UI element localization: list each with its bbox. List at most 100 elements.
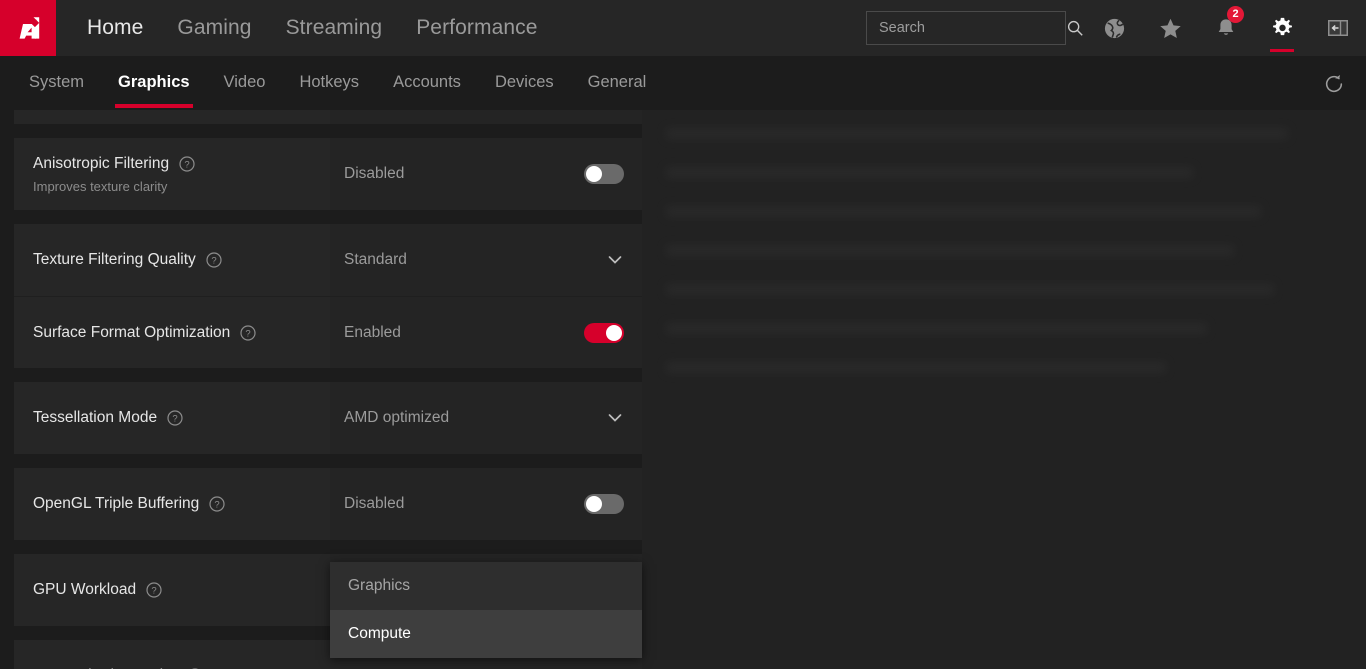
setting-value: Disabled (344, 495, 584, 513)
svg-text:?: ? (184, 159, 189, 170)
notifications-button[interactable]: 2 (1198, 0, 1254, 56)
collapse-panel-icon (1325, 17, 1351, 39)
setting-value: Disabled (344, 165, 584, 183)
svg-text:?: ? (151, 586, 156, 597)
setting-label: Tessellation Mode (33, 409, 157, 427)
settings-group: Tessellation Mode ? AMD optimized (14, 382, 642, 454)
setting-toggle[interactable] (584, 323, 624, 343)
setting-row-morphological-anti-aliasing[interactable]: Morphological Anti-Aliasing ? Disabled (14, 110, 642, 124)
radeon-software-window: Home Gaming Streaming Performance (0, 0, 1366, 669)
search-input[interactable] (879, 20, 1066, 36)
setting-label: OpenGL Triple Buffering (33, 495, 199, 513)
svg-text:?: ? (246, 328, 251, 339)
gear-icon (1270, 16, 1295, 41)
amd-logo[interactable] (0, 0, 56, 56)
collapse-panel-button[interactable] (1310, 0, 1366, 56)
setting-row-tessellation-mode[interactable]: Tessellation Mode ? AMD optimized (14, 382, 642, 454)
header-actions: 2 (866, 0, 1366, 56)
search-icon[interactable] (1066, 19, 1084, 37)
settings-group: Morphological Anti-Aliasing ? Disabled (14, 110, 642, 124)
setting-label: Surface Format Optimization (33, 324, 230, 342)
tab-general[interactable]: General (571, 56, 664, 110)
setting-toggle[interactable] (584, 164, 624, 184)
globe-icon (1102, 16, 1127, 41)
amd-arrow-logo (14, 14, 42, 42)
tab-accounts[interactable]: Accounts (376, 56, 478, 110)
setting-value-cell[interactable]: Disabled (330, 138, 642, 210)
notification-badge: 2 (1227, 6, 1244, 23)
setting-label-cell: Texture Filtering Quality ? (14, 224, 330, 296)
blur-line (666, 167, 1193, 178)
setting-label-cell: Reset Shader Cache ? (14, 640, 330, 669)
setting-value: Standard (344, 251, 606, 269)
help-icon[interactable]: ? (209, 496, 225, 512)
tab-system[interactable]: System (12, 56, 101, 110)
help-icon[interactable]: ? (146, 582, 162, 598)
setting-row-surface-format-optimization[interactable]: Surface Format Optimization ? Enabled (14, 296, 642, 368)
blurred-text-block (642, 110, 1366, 373)
toggle-knob (586, 166, 602, 182)
toggle-knob (606, 325, 622, 341)
settings-gear-button[interactable] (1254, 0, 1310, 56)
blur-line (666, 206, 1261, 217)
help-icon[interactable]: ? (179, 156, 195, 172)
setting-value-cell[interactable]: AMD optimized (330, 382, 642, 454)
setting-row-texture-filtering-quality[interactable]: Texture Filtering Quality ? Standard (14, 224, 642, 296)
setting-label: Anisotropic Filtering (33, 155, 169, 173)
chevron-down-icon[interactable] (606, 251, 624, 269)
setting-toggle[interactable] (584, 494, 624, 514)
dropdown-option-compute[interactable]: Compute (330, 610, 642, 658)
nav-item-streaming[interactable]: Streaming (269, 0, 400, 56)
settings-group: Anisotropic Filtering ? Improves texture… (14, 138, 642, 210)
setting-value-cell[interactable]: Disabled (330, 468, 642, 540)
settings-group: Texture Filtering Quality ? Standard (14, 224, 642, 368)
sub-tab-bar: System Graphics Video Hotkeys Accounts D… (0, 56, 1366, 110)
star-icon-button[interactable] (1142, 0, 1198, 56)
setting-value: Enabled (344, 324, 584, 342)
setting-label-cell: Surface Format Optimization ? (14, 297, 330, 368)
svg-text:?: ? (215, 500, 220, 511)
help-icon[interactable]: ? (206, 252, 222, 268)
tab-hotkeys[interactable]: Hotkeys (282, 56, 376, 110)
nav-item-performance[interactable]: Performance (399, 0, 554, 56)
blur-line (666, 245, 1234, 256)
setting-value-cell[interactable]: Disabled (330, 110, 642, 124)
setting-label-cell: Tessellation Mode ? (14, 382, 330, 454)
tab-devices[interactable]: Devices (478, 56, 571, 110)
gpu-workload-dropdown-menu: Graphics Compute (330, 562, 642, 658)
setting-value-cell[interactable]: Standard (330, 224, 642, 296)
help-icon[interactable]: ? (240, 325, 256, 341)
dropdown-option-graphics[interactable]: Graphics (330, 562, 642, 610)
svg-text:?: ? (211, 256, 216, 267)
reset-defaults-icon (1323, 73, 1345, 95)
setting-label-cell: OpenGL Triple Buffering ? (14, 468, 330, 540)
setting-label-cell: Anisotropic Filtering ? Improves texture… (14, 138, 330, 210)
nav-item-gaming[interactable]: Gaming (160, 0, 268, 56)
blur-line (666, 323, 1207, 334)
settings-group: OpenGL Triple Buffering ? Disabled (14, 468, 642, 540)
globe-icon-button[interactable] (1086, 0, 1142, 56)
setting-row-opengl-triple-buffering[interactable]: OpenGL Triple Buffering ? Disabled (14, 468, 642, 540)
nav-item-home[interactable]: Home (70, 0, 160, 56)
blurred-description-pane (642, 110, 1366, 669)
tab-graphics[interactable]: Graphics (101, 56, 207, 110)
setting-label-cell: Morphological Anti-Aliasing ? (14, 110, 330, 124)
setting-row-anisotropic-filtering[interactable]: Anisotropic Filtering ? Improves texture… (14, 138, 642, 210)
setting-value: AMD optimized (344, 409, 606, 427)
blur-line (666, 284, 1274, 295)
help-icon[interactable]: ? (167, 410, 183, 426)
search-box[interactable] (866, 11, 1066, 45)
settings-tabs: System Graphics Video Hotkeys Accounts D… (0, 56, 1366, 110)
blur-line (666, 362, 1166, 373)
setting-sublabel: Improves texture clarity (33, 179, 330, 194)
reset-defaults-button[interactable] (1316, 66, 1352, 102)
top-header-bar: Home Gaming Streaming Performance (0, 0, 1366, 56)
setting-value-cell[interactable]: Enabled (330, 297, 642, 368)
chevron-down-icon[interactable] (606, 409, 624, 427)
toggle-knob (586, 496, 602, 512)
blur-line (666, 128, 1288, 139)
tab-video[interactable]: Video (207, 56, 283, 110)
main-nav: Home Gaming Streaming Performance (70, 0, 555, 56)
setting-label: GPU Workload (33, 581, 136, 599)
star-icon (1158, 16, 1183, 41)
